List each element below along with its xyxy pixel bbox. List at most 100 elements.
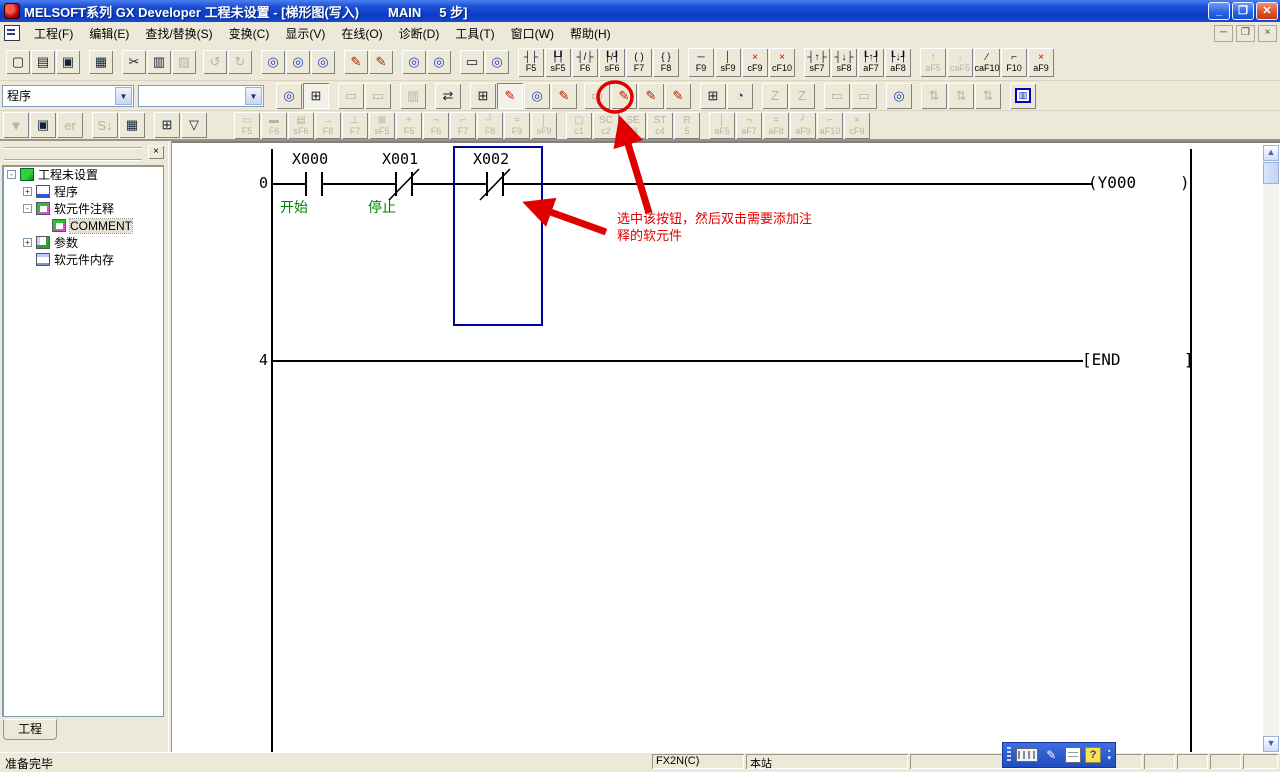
end-instruction[interactable]: [END — [1082, 350, 1121, 369]
menu-online[interactable]: 在线(O) — [333, 23, 390, 44]
line-erase-button[interactable]: ×aF9 — [1028, 48, 1054, 77]
tree-item-device-comment[interactable]: - 软元件注释 — [3, 200, 163, 217]
pen-icon[interactable]: ✎ — [1042, 747, 1062, 763]
sfc-simultaneous-convergence-button[interactable]: =F9 — [504, 112, 530, 139]
scroll-up-icon[interactable]: ▲ — [1263, 145, 1279, 161]
notepad-icon[interactable] — [1065, 747, 1081, 763]
vertical-line-button[interactable]: │sF9 — [715, 48, 741, 77]
sfc-vertical-line-button[interactable]: │sF9 — [531, 112, 557, 139]
device-test-button[interactable]: ✎ — [344, 50, 368, 74]
window-close-button[interactable]: ✕ — [1256, 2, 1278, 20]
window-next-button[interactable]: ▭ — [851, 83, 877, 109]
keyboard-icon[interactable] — [1016, 748, 1038, 762]
sfc-symbol-end-step-button[interactable]: ⊥F7 — [342, 112, 368, 139]
falling-pulse-button[interactable]: ┤↓├sF8 — [831, 48, 857, 77]
sfc-symbol-step-button[interactable]: ▭F5 — [234, 112, 260, 139]
sfc-simultaneous-divergence-button[interactable]: ⌐F7 — [450, 112, 476, 139]
tree-item-project-root[interactable]: - 工程未设置 — [3, 166, 163, 183]
device-find-button[interactable]: ◎ — [886, 83, 912, 109]
help-icon[interactable]: ? — [1085, 747, 1102, 763]
sfc-a-simultaneous-button[interactable]: =aF8 — [763, 112, 789, 139]
zoom-out-button[interactable]: ◎ — [427, 50, 451, 74]
invert-operation-button[interactable]: ∕caF10 — [974, 48, 1000, 77]
menu-view[interactable]: 显示(V) — [277, 23, 333, 44]
clock-setting-button[interactable]: ◔ — [727, 83, 753, 109]
sfc-comment-r-button[interactable]: R5 — [674, 112, 700, 139]
ladder-logic-test-button[interactable]: ⇄ — [435, 83, 461, 109]
device-comment-edit-button[interactable]: ✎ — [611, 83, 637, 109]
window-prev-button[interactable]: ▭ — [824, 83, 850, 109]
sfc-comment-se-button[interactable]: SEc3 — [620, 112, 646, 139]
save-button[interactable]: ▣ — [56, 50, 80, 74]
menu-help[interactable]: 帮助(H) — [562, 23, 619, 44]
open-contact-button[interactable]: ┤├F5 — [518, 48, 544, 77]
scroll-down-icon[interactable]: ▼ — [1263, 736, 1279, 752]
menu-project[interactable]: 工程(F) — [26, 23, 81, 44]
tree-expander-icon[interactable]: + — [23, 187, 32, 196]
sfc-symbol-jump-button[interactable]: →F8 — [315, 112, 341, 139]
read-mode-button[interactable]: ◎ — [524, 83, 550, 109]
line-insert-button[interactable]: ⇅ — [921, 83, 947, 109]
ladder-monitor-button[interactable]: ◎ — [485, 50, 509, 74]
panel-close-icon[interactable]: × — [148, 145, 164, 159]
error-check-button[interactable]: er — [57, 112, 83, 138]
sfc-a-convergence-button[interactable]: ┘aF9 — [790, 112, 816, 139]
combo-arrow-icon[interactable]: ▼ — [245, 87, 262, 105]
menu-window[interactable]: 窗口(W) — [503, 23, 562, 44]
sort-desc-button[interactable]: Z — [789, 83, 815, 109]
sfc-symbol-dummy-step-button[interactable]: ▤sF6 — [288, 112, 314, 139]
sfc-a-vertical-button[interactable]: │aF5 — [709, 112, 735, 139]
menu-find-replace[interactable]: 查找/替换(S) — [137, 23, 220, 44]
sfc-a-divergence-button[interactable]: ¬aF7 — [736, 112, 762, 139]
parallel-closed-contact-button[interactable]: ┞/┦sF6 — [599, 48, 625, 77]
program-type-combobox[interactable]: 程序 ▼ — [2, 85, 134, 107]
zoom-in-button[interactable]: ◎ — [402, 50, 426, 74]
menu-edit[interactable]: 编辑(E) — [81, 23, 137, 44]
rising-pulse-button[interactable]: ┤↑├sF7 — [804, 48, 830, 77]
write-mode-button[interactable]: ✎ — [551, 83, 577, 109]
block-combobox[interactable]: ▼ — [138, 85, 264, 107]
sfc-comment-c1-button[interactable]: ▢c1 — [566, 112, 592, 139]
sfc-symbol-block-step-button[interactable]: ⊠sF5 — [369, 112, 395, 139]
menu-diagnostics[interactable]: 诊断(D) — [391, 23, 448, 44]
screen-switch-button[interactable]: ▭ — [460, 50, 484, 74]
macro-button[interactable]: ▭ — [338, 83, 364, 109]
coil-button[interactable]: ( )F7 — [626, 48, 652, 77]
tree-expander-icon[interactable]: - — [7, 170, 16, 179]
parallel-open-contact-button[interactable]: ┞┦sF5 — [545, 48, 571, 77]
tree-item-device-memory[interactable]: 软元件内存 — [3, 251, 163, 268]
langbar-options-icon[interactable]: ▪▾ — [1107, 748, 1111, 762]
macro-list-button[interactable]: ▭ — [365, 83, 391, 109]
device-batch-button[interactable]: ✎ — [369, 50, 393, 74]
open-button[interactable]: ▤ — [31, 50, 55, 74]
sfc-symbol-initial-step-button[interactable]: ▬F6 — [261, 112, 287, 139]
sfc-selection-divergence-button[interactable]: ¬F6 — [423, 112, 449, 139]
coil-y000[interactable]: (Y000 — [1088, 173, 1136, 192]
tree-item-parameter[interactable]: + 参数 — [3, 234, 163, 251]
block-list-button[interactable]: ⊞ — [700, 83, 726, 109]
sort-asc-button[interactable]: Z — [762, 83, 788, 109]
new-button[interactable]: ▢ — [6, 50, 30, 74]
sfc-comment-st-button[interactable]: STc4 — [647, 112, 673, 139]
falling-button[interactable]: ↓caF5 — [947, 48, 973, 77]
sfc-step-button[interactable]: ▼ — [3, 112, 29, 138]
sfc-a-line-button[interactable]: ⌐aF10 — [817, 112, 843, 139]
block-param-button[interactable]: ▦ — [119, 112, 145, 138]
tree-expander-icon[interactable]: + — [23, 238, 32, 247]
line-draw-button[interactable]: ⌐F10 — [1001, 48, 1027, 77]
scroll-thumb[interactable] — [1263, 162, 1279, 184]
delete-horizontal-line-button[interactable]: ×cF9 — [742, 48, 768, 77]
rising-button[interactable]: ↑aF5 — [920, 48, 946, 77]
sfc-comment-sc-button[interactable]: SCc2 — [593, 112, 619, 139]
sfc-a-delete-button[interactable]: ×cF9 — [844, 112, 870, 139]
redo-button[interactable]: ↻ — [228, 50, 252, 74]
statement-edit-button[interactable]: ✎ — [638, 83, 664, 109]
child-minimize-button[interactable]: ─ — [1214, 25, 1233, 42]
rung-insert-button[interactable]: ⇅ — [975, 83, 1001, 109]
langbar-grip[interactable] — [1007, 747, 1011, 763]
language-bar[interactable]: ✎ ? ▪▾ — [1002, 742, 1116, 768]
selection-cursor[interactable] — [453, 146, 543, 326]
vertical-scrollbar[interactable]: ▲ ▼ — [1263, 145, 1279, 752]
sfc-zoom-button[interactable]: ▽ — [181, 112, 207, 138]
block-convert-button[interactable]: ▣ — [30, 112, 56, 138]
